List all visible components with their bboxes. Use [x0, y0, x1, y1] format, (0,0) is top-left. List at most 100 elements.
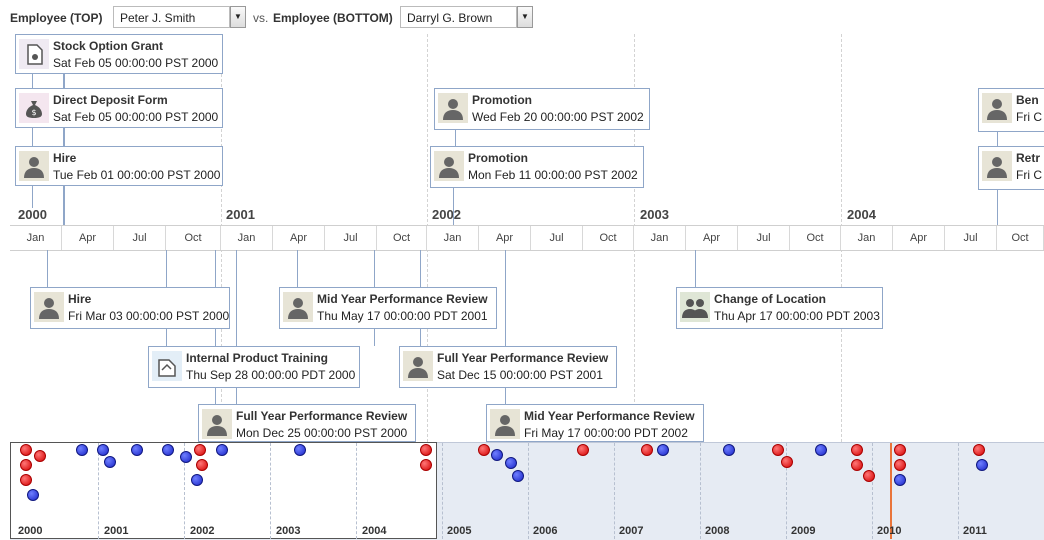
event-connector [453, 188, 454, 225]
event-title: Full Year Performance Review [437, 351, 609, 365]
month-tick: Apr [479, 226, 531, 250]
person-icon [438, 93, 468, 123]
overview-event-marker[interactable] [20, 459, 32, 471]
event-card[interactable]: Ben Fri C [978, 88, 1044, 132]
event-title: Promotion [468, 151, 528, 165]
year-label: 2004 [847, 207, 876, 222]
event-title: Promotion [472, 93, 532, 107]
month-tick: Jul [325, 226, 377, 250]
event-card[interactable]: Full Year Performance Review Mon Dec 25 … [198, 404, 416, 442]
event-date: Fri May 17 00:00:00 PDT 2002 [524, 426, 688, 440]
month-tick: Jul [114, 226, 166, 250]
document-icon [19, 39, 49, 69]
event-card[interactable]: Retr Fri C [978, 146, 1044, 190]
employee-bottom-select[interactable]: Darryl G. Brown [400, 6, 517, 28]
employee-bottom-label: Employee (BOTTOM) [273, 11, 393, 25]
event-title: Ben [1016, 93, 1039, 107]
event-title: Mid Year Performance Review [317, 292, 488, 306]
employee-top-dropdown-button[interactable]: ▼ [230, 6, 246, 28]
overview-event-marker[interactable] [20, 474, 32, 486]
year-label: 2002 [432, 207, 461, 222]
overview-event-marker[interactable] [851, 444, 863, 456]
month-tick: Oct [166, 226, 221, 250]
overview-event-marker[interactable] [420, 444, 432, 456]
overview-year-label: 2003 [276, 525, 301, 537]
event-card[interactable]: Full Year Performance Review Sat Dec 15 … [399, 346, 617, 388]
overview-event-marker[interactable] [104, 456, 116, 468]
money-bag-icon: $ [19, 93, 49, 123]
overview-event-marker[interactable] [27, 489, 39, 501]
overview-event-marker[interactable] [76, 444, 88, 456]
event-connector [455, 130, 456, 146]
overview-year-divider [614, 443, 615, 539]
overview-event-marker[interactable] [191, 474, 203, 486]
overview-event-marker[interactable] [781, 456, 793, 468]
overview-event-marker[interactable] [34, 450, 46, 462]
overview-event-marker[interactable] [976, 459, 988, 471]
overview-event-marker[interactable] [162, 444, 174, 456]
overview-year-label: 2009 [791, 525, 816, 537]
employee-top-select[interactable]: Peter J. Smith [113, 6, 230, 28]
event-card[interactable]: Promotion Mon Feb 11 00:00:00 PST 2002 [430, 146, 644, 188]
event-card[interactable]: Stock Option Grant Sat Feb 05 00:00:00 P… [15, 34, 223, 74]
overview-event-marker[interactable] [863, 470, 875, 482]
overview-year-label: 2007 [619, 525, 644, 537]
group-icon [680, 292, 710, 322]
event-card[interactable]: Mid Year Performance Review Thu May 17 0… [279, 287, 497, 329]
overview-event-marker[interactable] [894, 444, 906, 456]
event-date: Thu May 17 00:00:00 PDT 2001 [317, 309, 488, 323]
event-date: Sat Dec 15 00:00:00 PST 2001 [437, 368, 603, 382]
overview-event-marker[interactable] [772, 444, 784, 456]
overview-event-marker[interactable] [851, 459, 863, 471]
overview-event-marker[interactable] [180, 451, 192, 463]
overview-event-marker[interactable] [723, 444, 735, 456]
event-date: Mon Dec 25 00:00:00 PST 2000 [236, 426, 408, 440]
event-card[interactable]: Internal Product Training Thu Sep 28 00:… [148, 346, 360, 388]
event-card[interactable]: Change of Location Thu Apr 17 00:00:00 P… [676, 287, 883, 329]
overview-event-marker[interactable] [894, 474, 906, 486]
overview-event-marker[interactable] [478, 444, 490, 456]
event-card[interactable]: Mid Year Performance Review Fri May 17 0… [486, 404, 704, 442]
overview-year-label: 2006 [533, 525, 558, 537]
overview-event-marker[interactable] [131, 444, 143, 456]
overview-year-divider [528, 443, 529, 539]
overview-year-divider [98, 443, 99, 539]
event-connector [997, 132, 998, 146]
event-card[interactable]: Promotion Wed Feb 20 00:00:00 PST 2002 [434, 88, 650, 130]
event-date: Fri C [1016, 110, 1042, 124]
event-connector [297, 250, 298, 287]
event-card[interactable]: $ Direct Deposit Form Sat Feb 05 00:00:0… [15, 88, 223, 128]
overview-event-marker[interactable] [196, 459, 208, 471]
overview-event-marker[interactable] [505, 457, 517, 469]
overview-event-marker[interactable] [216, 444, 228, 456]
overview-event-marker[interactable] [894, 459, 906, 471]
event-date: Fri C [1016, 168, 1042, 182]
overview-event-marker[interactable] [294, 444, 306, 456]
event-card[interactable]: Hire Fri Mar 03 00:00:00 PST 2000 [30, 287, 230, 329]
year-label: 2003 [640, 207, 669, 222]
event-title: Retr [1016, 151, 1041, 165]
overview-event-marker[interactable] [641, 444, 653, 456]
month-tick: Apr [62, 226, 114, 250]
overview-event-marker[interactable] [512, 470, 524, 482]
overview-year-label: 2004 [362, 525, 387, 537]
overview-year-label: 2002 [190, 525, 215, 537]
overview-event-marker[interactable] [420, 459, 432, 471]
overview-event-marker[interactable] [491, 449, 503, 461]
employee-bottom-dropdown-button[interactable]: ▼ [517, 6, 533, 28]
overview-event-marker[interactable] [577, 444, 589, 456]
employee-top-label: Employee (TOP) [10, 11, 103, 25]
overview-event-marker[interactable] [97, 444, 109, 456]
overview-event-marker[interactable] [973, 444, 985, 456]
event-date: Sat Feb 05 00:00:00 PST 2000 [53, 56, 219, 70]
overview-event-marker[interactable] [815, 444, 827, 456]
overview-event-marker[interactable] [194, 444, 206, 456]
event-card[interactable]: Hire Tue Feb 01 00:00:00 PST 2000 [15, 146, 223, 186]
person-icon [19, 151, 49, 181]
overview-year-label: 2011 [963, 525, 987, 537]
event-title: Stock Option Grant [53, 39, 164, 53]
chevron-down-icon: ▼ [521, 12, 529, 21]
overview-event-marker[interactable] [657, 444, 669, 456]
overview-event-marker[interactable] [20, 444, 32, 456]
month-tick: Jan [427, 226, 479, 250]
